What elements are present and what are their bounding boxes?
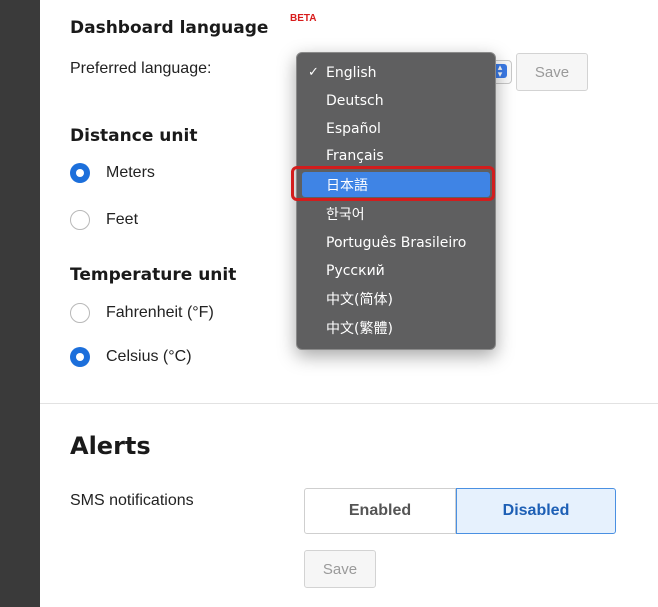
- language-option-label: 한국어: [326, 206, 365, 223]
- beta-badge: BETA: [290, 13, 317, 24]
- sms-notifications-label: SMS notifications: [70, 492, 194, 509]
- dashboard-language-title: Dashboard language: [70, 18, 269, 38]
- language-dropdown-menu: ✓ English Deutsch Español Français 日本語 한…: [296, 52, 496, 350]
- language-option-korean[interactable]: 한국어: [302, 201, 490, 226]
- preferred-language-label: Preferred language:: [70, 60, 212, 77]
- language-option-russian[interactable]: Русский: [302, 258, 490, 283]
- language-option-label: 中文(繁體): [326, 320, 393, 337]
- language-option-label: Español: [326, 120, 381, 137]
- language-option-label: Français: [326, 147, 384, 164]
- radio-unselected-icon: [70, 303, 90, 323]
- radio-selected-icon: [70, 347, 90, 367]
- language-save-button[interactable]: Save: [516, 53, 588, 91]
- radio-label: Meters: [106, 164, 155, 181]
- alerts-save-button[interactable]: Save: [304, 550, 376, 588]
- radio-celsius[interactable]: Celsius (°C): [70, 347, 192, 367]
- sms-enabled-button[interactable]: Enabled: [304, 488, 456, 534]
- section-divider: [40, 403, 658, 404]
- language-option-label: Русский: [326, 262, 385, 279]
- temperature-unit-title: Temperature unit: [70, 265, 237, 285]
- language-option-portuguese[interactable]: Português Brasileiro: [302, 230, 490, 255]
- radio-fahrenheit[interactable]: Fahrenheit (°F): [70, 303, 214, 323]
- language-option-english[interactable]: ✓ English: [302, 60, 490, 85]
- language-option-label: Deutsch: [326, 92, 384, 109]
- language-option-deutsch[interactable]: Deutsch: [302, 88, 490, 113]
- radio-label: Fahrenheit (°F): [106, 304, 214, 321]
- highlight-box: [291, 166, 495, 201]
- language-option-chinese-traditional[interactable]: 中文(繁體): [302, 315, 490, 340]
- sms-disabled-button[interactable]: Disabled: [456, 488, 616, 534]
- language-option-espanol[interactable]: Español: [302, 116, 490, 141]
- language-option-label: 中文(简体): [326, 291, 393, 308]
- radio-selected-icon: [70, 163, 90, 183]
- radio-feet[interactable]: Feet: [70, 210, 138, 230]
- left-sidebar-strip: [0, 0, 40, 607]
- radio-meters[interactable]: Meters: [70, 163, 155, 183]
- radio-label: Celsius (°C): [106, 348, 192, 365]
- radio-label: Feet: [106, 211, 139, 228]
- language-option-label: English: [326, 64, 377, 81]
- language-option-label: Português Brasileiro: [326, 234, 467, 251]
- distance-unit-title: Distance unit: [70, 126, 198, 146]
- language-option-francais[interactable]: Français: [302, 143, 490, 168]
- alerts-title: Alerts: [70, 432, 151, 460]
- sms-toggle: Enabled Disabled: [304, 488, 616, 534]
- radio-unselected-icon: [70, 210, 90, 230]
- checkmark-icon: ✓: [308, 65, 319, 80]
- language-option-chinese-simplified[interactable]: 中文(简体): [302, 286, 490, 311]
